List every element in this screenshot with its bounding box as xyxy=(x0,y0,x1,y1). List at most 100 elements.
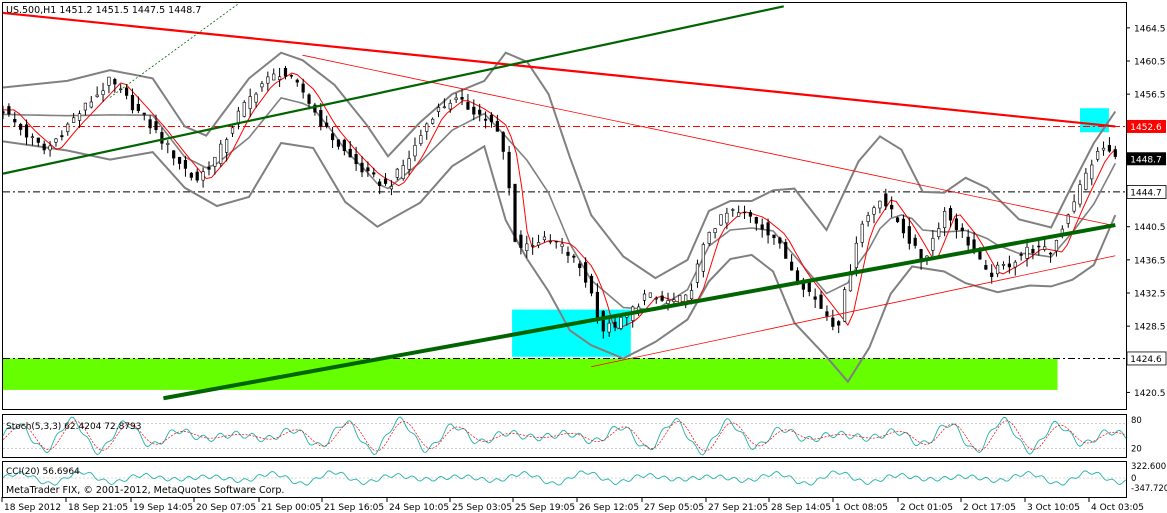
candle-body xyxy=(778,237,782,244)
candle-body xyxy=(348,148,352,158)
candle-body xyxy=(613,321,617,328)
candle-body xyxy=(1019,254,1023,256)
candle-body xyxy=(519,234,523,248)
candle-body xyxy=(960,227,964,231)
candle-body xyxy=(954,218,959,230)
candle-body xyxy=(819,294,823,309)
candle-body xyxy=(701,244,705,272)
cci-tick-label: -347.720 xyxy=(1131,484,1167,494)
x-tick-label: 20 Sep 07:05 xyxy=(196,503,256,513)
candle-body xyxy=(330,133,335,141)
x-tick-label: 28 Sep 14:05 xyxy=(771,503,831,513)
x-tick-label: 4 Oct 03:05 xyxy=(1091,503,1144,513)
candle-body xyxy=(295,79,299,83)
candle-body xyxy=(460,96,464,100)
price-label: 1448.7 xyxy=(1130,155,1162,165)
candle-body xyxy=(366,167,370,172)
candle-body xyxy=(654,298,658,300)
candle-body xyxy=(195,171,199,181)
candle-body xyxy=(584,262,588,283)
candle-body xyxy=(837,321,841,326)
candle-body xyxy=(689,290,694,300)
x-tick-label: 21 Sep 16:05 xyxy=(324,503,384,513)
candle-body xyxy=(895,217,900,223)
candle-body xyxy=(7,106,11,115)
candle-body xyxy=(201,171,205,181)
candle-body xyxy=(166,142,170,145)
candle-body xyxy=(48,145,52,151)
candle-body xyxy=(1101,147,1106,151)
x-tick-label: 25 Sep 03:05 xyxy=(452,503,512,513)
price-label: 1444.7 xyxy=(1130,188,1162,198)
candle-body xyxy=(230,127,235,134)
candle-body xyxy=(413,145,417,157)
candle-body xyxy=(495,121,499,132)
candle-body xyxy=(1013,261,1017,268)
candle-body xyxy=(13,119,17,123)
candle-body xyxy=(766,222,770,236)
candle-body xyxy=(77,113,82,121)
candle-body xyxy=(931,238,935,251)
candle-body xyxy=(884,193,888,207)
candle-body xyxy=(142,112,146,115)
x-tick-label: 19 Sep 14:05 xyxy=(133,503,193,513)
candle-body xyxy=(790,261,794,271)
candle-body xyxy=(1107,145,1112,152)
y-tick-label: 1464.5 xyxy=(1134,24,1166,34)
y-tick-label: 1432.5 xyxy=(1134,290,1166,300)
candle-body xyxy=(213,156,217,167)
candle-body xyxy=(354,153,358,165)
stoch-tick-label: 80 xyxy=(1131,416,1142,426)
candle-body xyxy=(389,186,394,190)
candle-body xyxy=(695,263,700,283)
candle-body xyxy=(1037,245,1041,248)
candle-body xyxy=(990,272,994,277)
candle-body xyxy=(872,207,876,215)
candle-body xyxy=(242,102,246,117)
candle-body xyxy=(107,76,111,86)
candle-body xyxy=(943,211,947,228)
x-tick-label: 24 Sep 10:05 xyxy=(389,503,449,513)
candle-body xyxy=(448,102,452,110)
candle-body xyxy=(425,123,429,132)
candle-body xyxy=(1001,264,1006,266)
candle-body xyxy=(660,295,664,301)
candle-body xyxy=(572,255,576,258)
candle-body xyxy=(648,292,652,298)
candle-body xyxy=(419,135,423,144)
candle-body xyxy=(913,237,917,246)
candle-body xyxy=(595,291,600,320)
candle-body xyxy=(24,124,29,138)
candle-body xyxy=(1007,263,1011,268)
candle-body xyxy=(283,68,288,77)
candle-body xyxy=(383,178,388,184)
stoch-tick-label: 20 xyxy=(1131,445,1142,455)
candle-body xyxy=(948,208,953,221)
candle-body xyxy=(866,215,870,222)
price-label: 1424.6 xyxy=(1130,355,1162,365)
candle-body xyxy=(589,275,594,294)
candle-body xyxy=(266,76,270,84)
candle-body xyxy=(525,243,529,251)
candle-body xyxy=(725,212,729,224)
x-tick-label: 26 Sep 12:05 xyxy=(579,503,639,513)
price-label: 1452.6 xyxy=(1130,123,1162,133)
candle-body xyxy=(154,121,158,130)
candle-body xyxy=(454,97,458,100)
cci-tick-label: 0 xyxy=(1131,474,1136,484)
symbol-line: US.500,H1 1451.2 1451.5 1447.5 1448.7 xyxy=(6,5,201,16)
candle-body xyxy=(372,172,376,175)
candle-body xyxy=(95,94,99,97)
candle-body xyxy=(1113,149,1117,157)
candle-body xyxy=(466,101,470,110)
candle-body xyxy=(472,106,476,115)
trading-chart[interactable]: 1464.51460.51456.51452.51448.51444.51440… xyxy=(0,0,1167,513)
candle-body xyxy=(307,94,311,104)
candle-body xyxy=(542,236,547,241)
candle-body xyxy=(60,135,64,138)
candle-body xyxy=(436,107,441,112)
candle-body xyxy=(113,79,117,85)
candle-body xyxy=(1043,246,1047,250)
candle-body xyxy=(666,300,670,304)
y-tick-label: 1460.5 xyxy=(1134,58,1166,68)
